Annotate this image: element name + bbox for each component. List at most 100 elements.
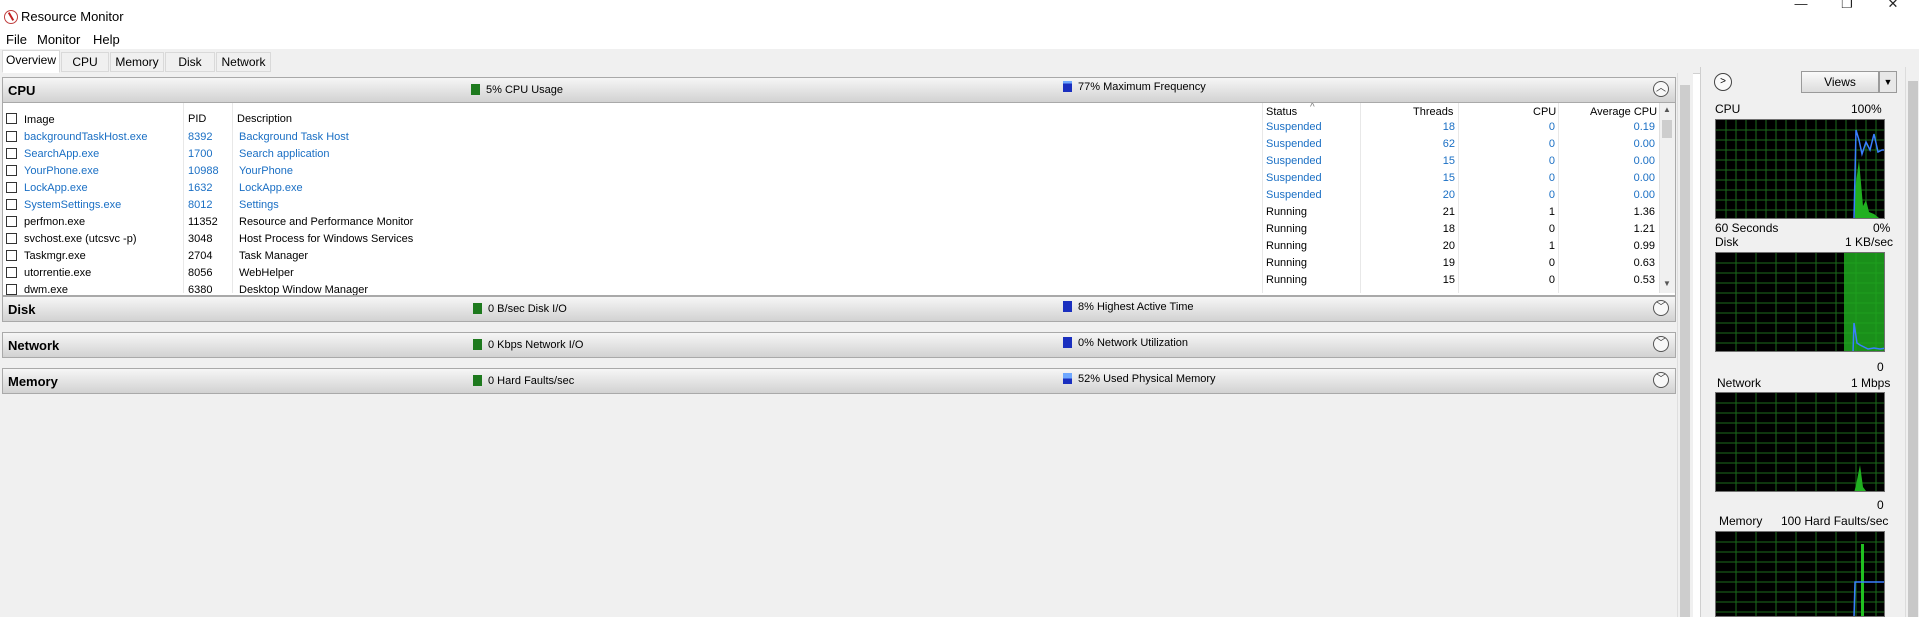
row-checkbox[interactable] (6, 148, 17, 159)
memory-graph-title: Memory (1719, 514, 1763, 528)
process-average-cpu: 1.36 (1633, 206, 1655, 218)
column-header-status[interactable]: Status (1266, 106, 1297, 118)
process-average-cpu: 0.19 (1633, 121, 1655, 133)
scrollbar-thumb[interactable] (1908, 81, 1918, 617)
close-button[interactable]: ✕ (1876, 0, 1910, 10)
network-io-metric: 0 Kbps Network I/O (473, 339, 583, 351)
row-checkbox[interactable] (6, 165, 17, 176)
scrollbar-thumb[interactable] (1680, 85, 1690, 617)
views-button[interactable]: Views (1801, 71, 1879, 93)
green-indicator-icon (471, 84, 480, 95)
process-pid: 8012 (188, 199, 213, 211)
process-status: Suspended (1266, 172, 1322, 184)
title-bar: Resource Monitor — ❐ ✕ (0, 0, 1919, 30)
process-image: SearchApp.exe (24, 148, 100, 160)
row-checkbox[interactable] (6, 267, 17, 278)
process-pid: 1700 (188, 148, 213, 160)
process-average-cpu: 0.00 (1633, 172, 1655, 184)
tab-network[interactable]: Network (216, 52, 271, 72)
blue-indicator-icon (1063, 373, 1072, 384)
process-description: Host Process for Windows Services (239, 233, 414, 245)
collapse-panel-arrow-icon[interactable]: > (1714, 73, 1732, 91)
process-cpu: 0 (1548, 138, 1555, 150)
cpu-graph-max: 100% (1851, 102, 1882, 116)
resource-monitor-app-icon (4, 10, 18, 24)
process-threads: 15 (1442, 172, 1455, 184)
cpu-frequency-metric: 77% Maximum Frequency (1063, 81, 1206, 93)
sort-arrow-icon: ^ (1310, 103, 1315, 113)
process-description: Desktop Window Manager (239, 284, 369, 296)
process-description: YourPhone (239, 165, 294, 177)
cpu-process-table: Image PID Description ^ Status Threads C… (2, 103, 1676, 296)
process-description: Resource and Performance Monitor (239, 216, 414, 228)
scroll-up-arrow-icon[interactable]: ▲ (1663, 105, 1671, 114)
select-all-checkbox[interactable] (6, 113, 17, 124)
hard-faults-metric: 0 Hard Faults/sec (473, 375, 574, 387)
tab-cpu[interactable]: CPU (61, 52, 109, 72)
scrollbar-thumb[interactable] (1662, 120, 1672, 138)
restore-button[interactable]: ❐ (1830, 0, 1864, 10)
column-header-image[interactable]: Image (24, 114, 55, 126)
tab-memory[interactable]: Memory (110, 52, 164, 72)
column-header-description[interactable]: Description (237, 113, 292, 125)
cpu-graph-plot (1716, 120, 1884, 218)
process-average-cpu: 0.00 (1633, 155, 1655, 167)
disk-section-header[interactable]: Disk 0 B/sec Disk I/O 8% Highest Active … (2, 296, 1676, 322)
menu-monitor[interactable]: Monitor (37, 32, 80, 47)
network-section-header[interactable]: Network 0 Kbps Network I/O 0% Network Ut… (2, 332, 1676, 358)
menu-file[interactable]: File (6, 32, 27, 47)
process-pid: 11352 (188, 216, 218, 228)
process-description: Task Manager (239, 250, 309, 262)
row-checkbox[interactable] (6, 182, 17, 193)
expand-chevron-down-icon[interactable]: ﹀ (1653, 300, 1669, 316)
process-status: Suspended (1266, 189, 1322, 201)
column-header-cpu[interactable]: CPU (1533, 106, 1556, 118)
row-checkbox[interactable] (6, 131, 17, 142)
process-image: dwm.exe (24, 284, 69, 296)
cpu-graph-min: 0% (1873, 221, 1891, 235)
menu-help[interactable]: Help (93, 32, 120, 47)
process-average-cpu: 0.00 (1633, 138, 1655, 150)
tab-overview[interactable]: Overview (2, 50, 60, 73)
views-dropdown-arrow-icon[interactable]: ▼ (1879, 71, 1897, 93)
collapse-chevron-up-icon[interactable]: ︿ (1653, 81, 1669, 97)
column-header-threads[interactable]: Threads (1413, 106, 1453, 118)
process-image: utorrentie.exe (24, 267, 92, 279)
side-panel-scrollbar[interactable] (1905, 67, 1919, 617)
process-status: Running (1266, 240, 1307, 252)
cpu-section-header[interactable]: CPU 5% CPU Usage 77% Maximum Frequency ︿ (2, 77, 1676, 103)
memory-graph (1715, 531, 1885, 617)
row-checkbox[interactable] (6, 199, 17, 210)
tab-disk[interactable]: Disk (165, 52, 215, 72)
scroll-down-arrow-icon[interactable]: ▼ (1663, 279, 1671, 288)
row-checkbox[interactable] (6, 216, 17, 227)
expand-chevron-down-icon[interactable]: ﹀ (1653, 372, 1669, 388)
process-table-scrollbar[interactable]: ▲ ▼ (1659, 103, 1675, 293)
disk-graph-title: Disk (1715, 235, 1739, 249)
process-status: Suspended (1266, 138, 1322, 150)
minimize-button[interactable]: — (1784, 0, 1818, 10)
process-description: Background Task Host (239, 131, 349, 143)
network-graph-plot (1716, 393, 1884, 491)
overview-scrollbar[interactable] (1677, 73, 1693, 617)
network-utilization-metric: 0% Network Utilization (1063, 337, 1188, 349)
expand-chevron-down-icon[interactable]: ﹀ (1653, 336, 1669, 352)
process-pid: 1632 (188, 182, 213, 194)
table-row[interactable]: dwm.exe 6380 Desktop Window Manager Running… (3, 274, 1663, 296)
process-cpu: 1 (1548, 206, 1555, 218)
column-header-average-cpu[interactable]: Average CPU (1590, 106, 1657, 118)
memory-section-header[interactable]: Memory 0 Hard Faults/sec 52% Used Physic… (2, 368, 1676, 394)
green-indicator-icon (473, 339, 482, 350)
row-checkbox[interactable] (6, 233, 17, 244)
cpu-frequency-text: 77% Maximum Frequency (1078, 81, 1206, 93)
process-image: SystemSettings.exe (24, 199, 122, 211)
row-checkbox[interactable] (6, 250, 17, 261)
disk-graph-max: 1 KB/sec (1845, 235, 1894, 249)
process-cpu: 0 (1548, 172, 1555, 184)
column-header-pid[interactable]: PID (188, 113, 206, 125)
network-utilization-text: 0% Network Utilization (1078, 337, 1189, 349)
process-threads: 19 (1442, 257, 1455, 269)
row-checkbox[interactable] (6, 284, 17, 295)
process-description: LockApp.exe (239, 182, 303, 194)
process-average-cpu: 0.53 (1633, 274, 1655, 286)
